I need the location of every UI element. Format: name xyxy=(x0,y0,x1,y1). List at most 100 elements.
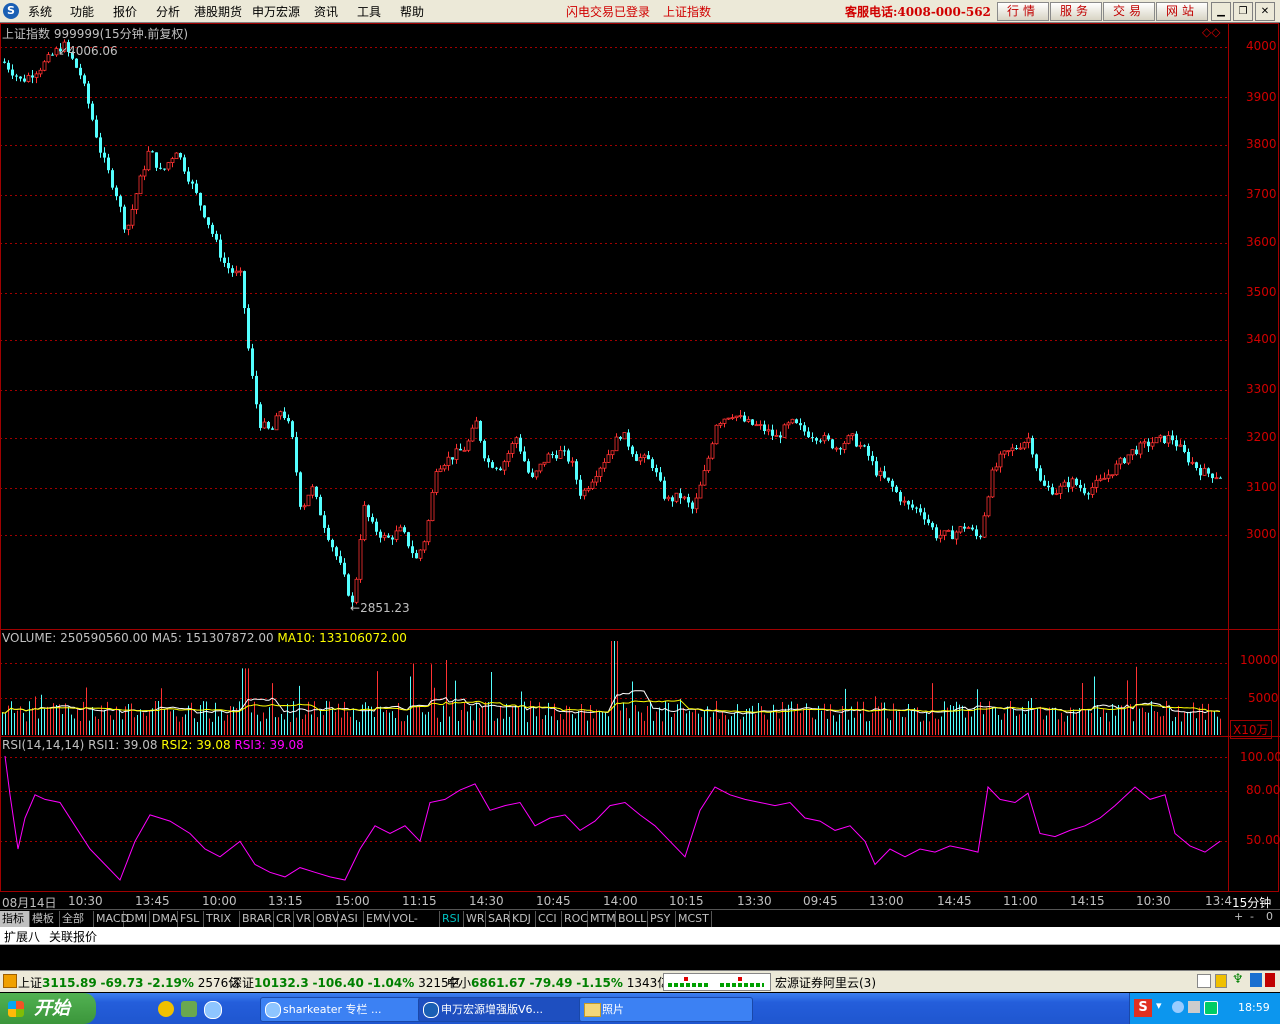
quicklaunch-ie-icon[interactable] xyxy=(204,1001,222,1019)
price-tick: 3100 xyxy=(1246,480,1277,494)
candle xyxy=(430,489,435,522)
tab-extend-eight[interactable]: 扩展八 xyxy=(4,928,40,945)
service-button[interactable]: 服务 xyxy=(1050,2,1102,21)
tab-trix[interactable]: TRIX xyxy=(204,911,240,927)
tab-vr[interactable]: VR xyxy=(294,911,314,927)
window-icon[interactable] xyxy=(1197,974,1211,988)
menu-tools[interactable]: 工具 xyxy=(357,3,381,20)
zoom-in-button[interactable]: + xyxy=(1234,910,1243,923)
tab-cr[interactable]: CR xyxy=(274,911,294,927)
taskbar-item-swhy[interactable]: 申万宏源增强版V6... xyxy=(418,997,592,1022)
tab-kdj[interactable]: KDJ xyxy=(510,911,536,927)
menu-analysis[interactable]: 分析 xyxy=(156,3,180,20)
tab-boll[interactable]: BOLL xyxy=(616,911,648,927)
tab-模板[interactable]: 模板 xyxy=(30,911,60,927)
tab-dmi[interactable]: DMI xyxy=(124,911,150,927)
diamond-icon[interactable]: ◇◇ xyxy=(1202,25,1220,39)
sh-index[interactable]: 上证3115.89 -69.73 -2.19% 2576亿 xyxy=(18,974,240,991)
mobile-icon[interactable] xyxy=(1250,973,1262,987)
trade-button[interactable]: 交易 xyxy=(1103,2,1155,21)
taskbar-item-photos[interactable]: 照片 xyxy=(579,997,753,1022)
candle xyxy=(466,438,471,453)
start-button[interactable]: 开始 xyxy=(0,993,96,1024)
time-tick: 14:00 xyxy=(603,894,638,908)
candle xyxy=(174,152,179,160)
tab-related-quote[interactable]: 关联报价 xyxy=(49,928,97,945)
minimize-icon[interactable]: ▁ xyxy=(1211,2,1231,21)
lock-icon[interactable] xyxy=(1215,974,1227,988)
zoom-out-button[interactable]: - xyxy=(1250,910,1254,923)
tray-arrow-icon[interactable]: ▾ xyxy=(1156,999,1162,1012)
menu-help[interactable]: 帮助 xyxy=(400,3,424,20)
tab-sar[interactable]: SAR xyxy=(486,911,510,927)
tab-emv[interactable]: EMV xyxy=(364,911,390,927)
tab-cci[interactable]: CCI xyxy=(536,911,562,927)
candle xyxy=(251,343,254,379)
candle xyxy=(347,573,350,597)
quote-button[interactable]: 行情 xyxy=(997,2,1049,21)
tab-mtm[interactable]: MTM xyxy=(588,911,616,927)
website-button[interactable]: 网站 xyxy=(1156,2,1208,21)
status-icon[interactable] xyxy=(3,974,17,988)
menu-news[interactable]: 资讯 xyxy=(314,3,338,20)
tab-fsl[interactable]: FSL xyxy=(178,911,204,927)
restore-icon[interactable]: ❐ xyxy=(1233,2,1253,21)
folder-icon xyxy=(584,1003,601,1017)
price-tick: 3800 xyxy=(1246,137,1277,151)
tab-wr[interactable]: WR xyxy=(464,911,486,927)
price-tick: 3600 xyxy=(1246,235,1277,249)
time-tick: 14:45 xyxy=(937,894,972,908)
zx-percent: -1.15% xyxy=(576,976,623,990)
tab-macd[interactable]: MACD xyxy=(94,911,129,927)
time-tick: 10:45 xyxy=(536,894,571,908)
candle xyxy=(75,58,78,69)
volume-tray-icon[interactable] xyxy=(1188,1001,1200,1013)
clock: 18:59 xyxy=(1238,1001,1270,1014)
candle xyxy=(706,455,711,473)
taskbar-item-label: 照片 xyxy=(602,1003,624,1016)
start-label: 开始 xyxy=(34,998,70,1019)
time-tick: 10:30 xyxy=(1136,894,1171,908)
candle xyxy=(426,519,431,546)
sh-percent: -2.19% xyxy=(147,976,194,990)
tab-vol-tdx[interactable]: VOL-TDX xyxy=(390,911,440,941)
network-icon[interactable] xyxy=(1172,1001,1184,1013)
tab-roc[interactable]: ROC xyxy=(562,911,588,927)
candle xyxy=(795,418,798,424)
tab-brar[interactable]: BRAR xyxy=(240,911,274,927)
chart-area[interactable] xyxy=(0,23,1280,893)
sz-index[interactable]: 深证10132.3 -106.40 -1.04% 3215亿 xyxy=(230,974,461,991)
zx-change: -79.49 xyxy=(529,976,573,990)
menu-quote[interactable]: 报价 xyxy=(113,3,137,20)
time-tick: 13:00 xyxy=(869,894,904,908)
menu-function[interactable]: 功能 xyxy=(70,3,94,20)
shield-icon[interactable] xyxy=(1204,1001,1218,1015)
sh-name: 上证 xyxy=(18,976,43,990)
app-logo-icon: S xyxy=(3,3,19,19)
tab-全部[interactable]: 全部 xyxy=(60,911,94,927)
menu-swhy[interactable]: 申万宏源 xyxy=(252,3,300,20)
candle xyxy=(1154,437,1159,444)
tab-rsi[interactable]: RSI xyxy=(440,911,464,927)
tab-指标[interactable]: 指标 xyxy=(0,911,30,927)
quicklaunch-qq-icon[interactable] xyxy=(158,1001,174,1017)
menu-hk-futures[interactable]: 港股期货 xyxy=(194,3,242,20)
alert-icon[interactable] xyxy=(1265,973,1275,987)
candle xyxy=(91,101,94,122)
tab-dma[interactable]: DMA xyxy=(150,911,178,927)
sogou-ime-icon[interactable]: S xyxy=(1134,999,1152,1017)
quicklaunch-app-icon[interactable] xyxy=(181,1001,197,1017)
tab-psy[interactable]: PSY xyxy=(648,911,676,927)
zx-index[interactable]: 中小6861.67 -79.49 -1.15% 1343亿 xyxy=(447,974,669,991)
tab-asi[interactable]: ASI xyxy=(338,911,364,927)
close-icon[interactable]: ✕ xyxy=(1255,2,1275,21)
reset-button[interactable]: 0 xyxy=(1266,910,1273,923)
tab-mcst[interactable]: MCST xyxy=(676,911,712,927)
taskbar-item-browser[interactable]: sharkeater 专栏 ... xyxy=(260,997,434,1022)
candle xyxy=(306,494,311,507)
low-price-value: 2851.23 xyxy=(360,601,410,615)
tab-obv[interactable]: OBV xyxy=(314,911,339,927)
server-name[interactable]: 宏源证券阿里云(3) xyxy=(775,974,876,991)
indicator-tabbar: 指标 模板 全部 MACD DMI DMA FSL TRIX BRAR CR VR OBV ASI EMV… xyxy=(0,909,1280,941)
menu-system[interactable]: 系统 xyxy=(28,3,52,20)
